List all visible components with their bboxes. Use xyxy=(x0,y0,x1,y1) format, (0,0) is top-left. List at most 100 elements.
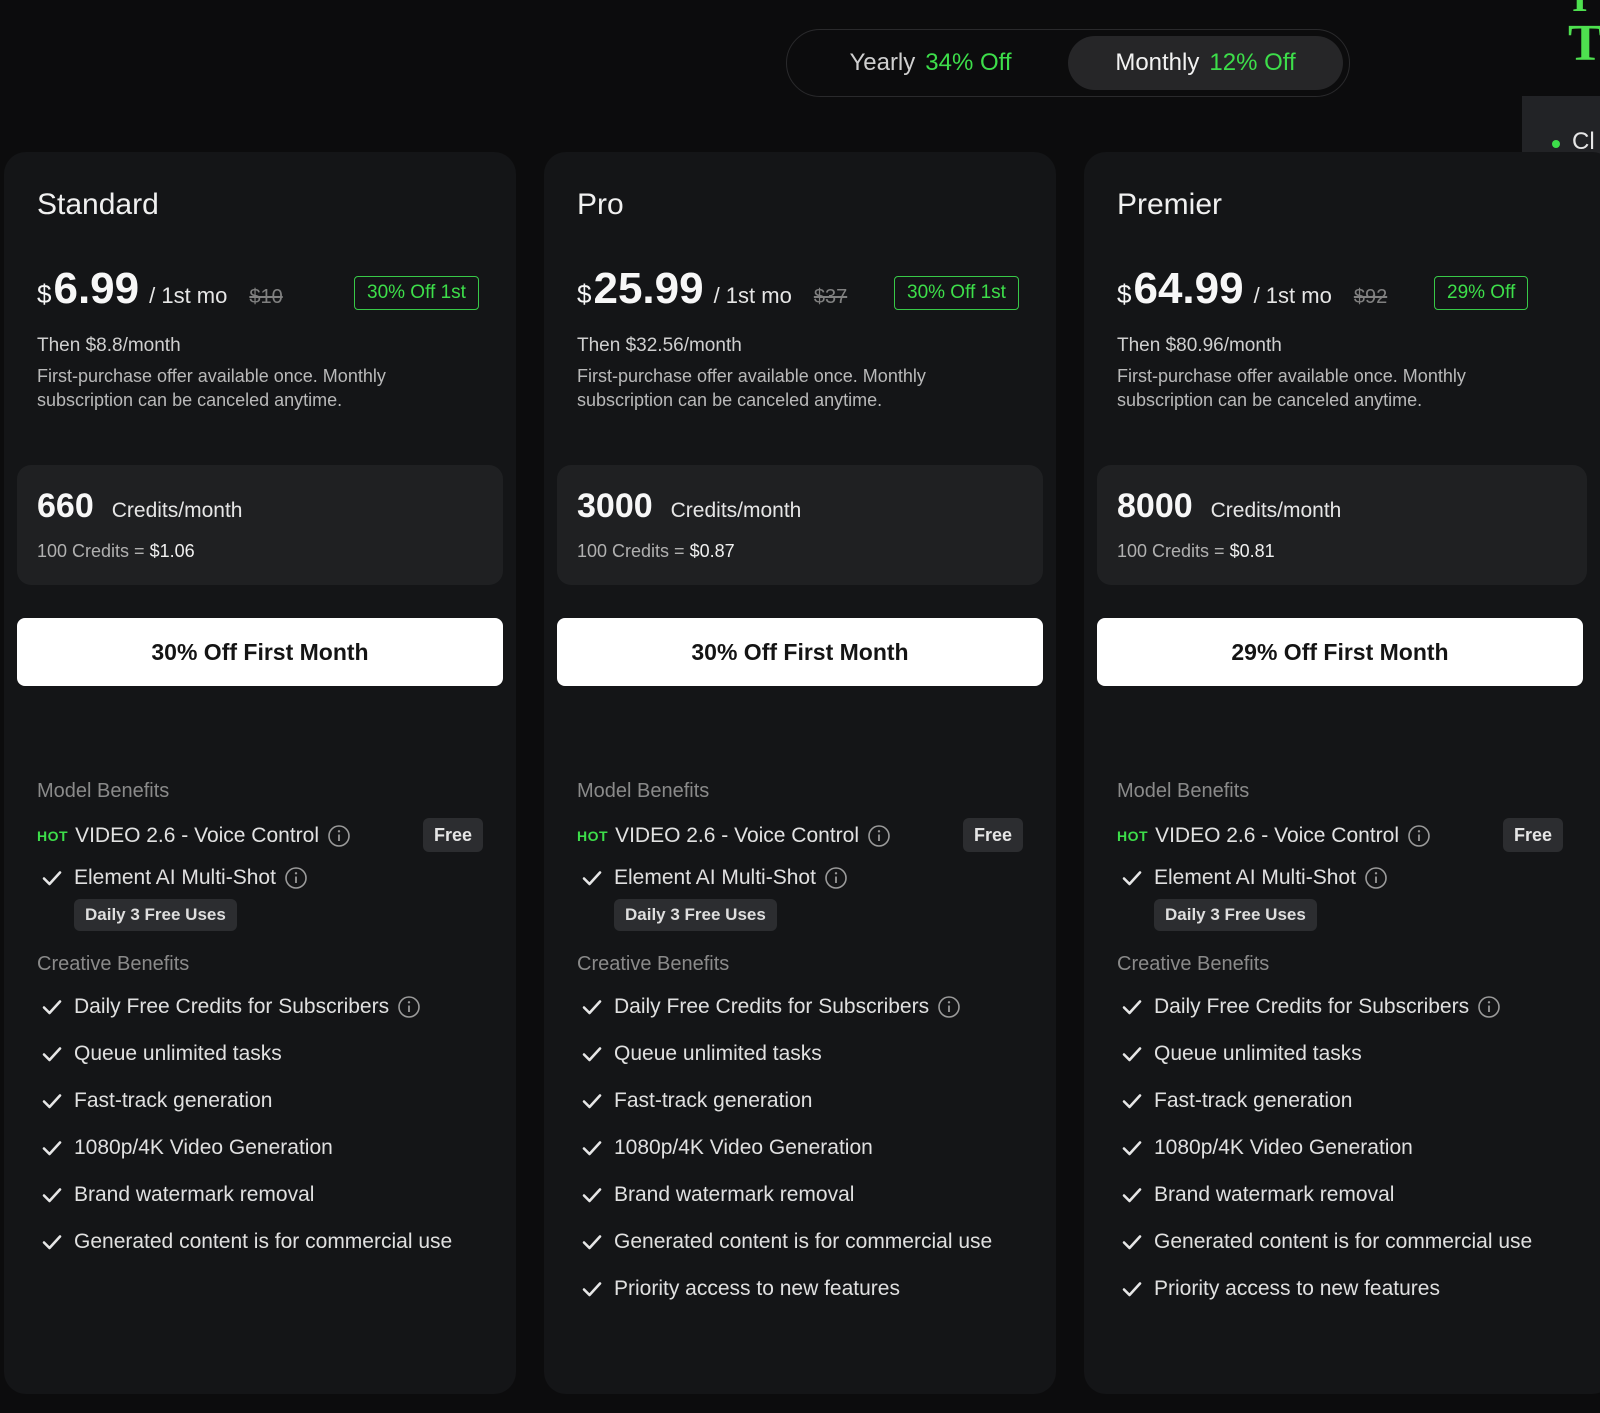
billing-option-yearly[interactable]: Yearly 34% Off xyxy=(793,36,1068,90)
subscribe-button[interactable]: 30% Off First Month xyxy=(557,618,1043,686)
hot-feature-row: HOT VIDEO 2.6 - Voice Control Free xyxy=(577,818,1023,854)
billing-option-discount: 12% Off xyxy=(1209,49,1296,76)
check-icon xyxy=(1122,1188,1142,1203)
check-icon xyxy=(582,871,602,886)
credits-unit: Credits/month xyxy=(111,499,243,522)
hot-feature-row: HOT VIDEO 2.6 - Voice Control Free xyxy=(37,818,483,854)
feature-item: Generated content is for commercial use xyxy=(40,1230,452,1254)
check-icon xyxy=(42,1235,62,1250)
model-benefits-title: Model Benefits xyxy=(1117,780,1250,802)
renewal-price: Then $32.56/month xyxy=(577,335,742,356)
feature-label: 1080p/4K Video Generation xyxy=(74,1136,333,1159)
creative-benefits-title: Creative Benefits xyxy=(1117,953,1270,975)
offer-note: First-purchase offer available once. Mon… xyxy=(1117,366,1466,410)
feature-label: 1080p/4K Video Generation xyxy=(614,1136,873,1159)
credits-rate: 100 Credits = $0.81 xyxy=(1117,541,1275,562)
hot-tag: HOT xyxy=(37,828,69,844)
renewal-price: Then $8.8/month xyxy=(37,335,181,356)
check-icon xyxy=(582,1235,602,1250)
feature-label: Priority access to new features xyxy=(1154,1277,1440,1300)
credits-main: 3000 Credits/month xyxy=(577,487,801,526)
check-icon xyxy=(582,1188,602,1203)
free-badge: Free xyxy=(1502,818,1563,852)
subscribe-button[interactable]: 29% Off First Month xyxy=(1097,618,1583,686)
check-icon xyxy=(42,871,62,886)
free-badge: Free xyxy=(962,818,1023,852)
credits-amount: 3000 xyxy=(577,487,653,525)
offer-note: First-purchase offer available once. Mon… xyxy=(37,366,386,410)
feature-label: Brand watermark removal xyxy=(614,1183,855,1206)
info-icon[interactable] xyxy=(284,866,308,890)
info-icon[interactable] xyxy=(867,824,891,848)
feature-item: Fast-track generation xyxy=(1120,1089,1352,1113)
check-icon xyxy=(1122,1047,1142,1062)
daily-uses-badge: Daily 3 Free Uses xyxy=(614,899,777,931)
info-icon[interactable] xyxy=(327,824,351,848)
model-feature-label: Element AI Multi-Shot xyxy=(1154,866,1356,889)
billing-option-label: Monthly xyxy=(1115,49,1200,76)
model-feature-row: Element AI Multi-Shot xyxy=(40,866,308,890)
price-amount: 64.99 xyxy=(1133,264,1244,313)
model-feature-row: Element AI Multi-Shot xyxy=(1120,866,1388,890)
feature-item: 1080p/4K Video Generation xyxy=(40,1136,333,1160)
billing-option-label: Yearly xyxy=(849,49,916,76)
feature-label: Generated content is for commercial use xyxy=(1154,1230,1533,1253)
subscribe-button[interactable]: 30% Off First Month xyxy=(17,618,503,686)
credits-rate-value: $0.81 xyxy=(1229,541,1275,561)
feature-item: Daily Free Credits for Subscribers xyxy=(580,995,961,1019)
billing-option-discount: 34% Off xyxy=(925,49,1012,76)
check-icon xyxy=(582,1141,602,1156)
billing-option-monthly[interactable]: Monthly 12% Off xyxy=(1068,36,1343,90)
check-icon xyxy=(1122,1000,1142,1015)
check-icon xyxy=(1122,871,1142,886)
model-benefits-title: Model Benefits xyxy=(37,780,170,802)
info-icon[interactable] xyxy=(1407,824,1431,848)
feature-item: 1080p/4K Video Generation xyxy=(580,1136,873,1160)
info-icon[interactable] xyxy=(397,995,421,1019)
price-amount: 25.99 xyxy=(593,264,704,313)
price-currency: $ xyxy=(1117,279,1132,309)
hot-feature-label: VIDEO 2.6 - Voice Control xyxy=(615,824,860,847)
credits-unit: Credits/month xyxy=(670,499,802,522)
feature-label: Brand watermark removal xyxy=(74,1183,315,1206)
feature-item: Daily Free Credits for Subscribers xyxy=(40,995,421,1019)
price-currency: $ xyxy=(577,279,592,309)
bullet-dot xyxy=(1552,140,1560,148)
hot-tag: HOT xyxy=(577,828,609,844)
check-icon xyxy=(582,1000,602,1015)
check-icon xyxy=(1122,1235,1142,1250)
feature-item: 1080p/4K Video Generation xyxy=(1120,1136,1413,1160)
info-icon[interactable] xyxy=(824,866,848,890)
hot-feature-row: HOT VIDEO 2.6 - Voice Control Free xyxy=(1117,818,1563,854)
model-feature-label: Element AI Multi-Shot xyxy=(614,866,816,889)
plan-card-pro: Pro $ 25.99 / 1st mo $37 30% Off 1st The… xyxy=(544,152,1056,1394)
credits-rate-prefix: 100 Credits = xyxy=(37,541,145,561)
info-icon[interactable] xyxy=(1364,866,1388,890)
credits-amount: 8000 xyxy=(1117,487,1193,525)
side-panel-title: T xyxy=(1568,15,1600,72)
free-badge: Free xyxy=(422,818,483,852)
credits-amount: 660 xyxy=(37,487,94,525)
feature-item: Queue unlimited tasks xyxy=(580,1042,822,1066)
price-amount: 6.99 xyxy=(53,264,140,313)
feature-label: Generated content is for commercial use xyxy=(74,1230,453,1253)
credits-unit: Credits/month xyxy=(1210,499,1342,522)
side-panel-header: I T xyxy=(1522,0,1600,96)
hot-feature-label: VIDEO 2.6 - Voice Control xyxy=(75,824,320,847)
check-icon xyxy=(1122,1094,1142,1109)
price-currency: $ xyxy=(37,279,52,309)
info-icon[interactable] xyxy=(1477,995,1501,1019)
credits-rate: 100 Credits = $1.06 xyxy=(37,541,195,562)
plan-name: Standard xyxy=(37,188,159,221)
feature-item: Generated content is for commercial use xyxy=(580,1230,992,1254)
check-icon xyxy=(42,1188,62,1203)
credits-rate-prefix: 100 Credits = xyxy=(1117,541,1225,561)
check-icon xyxy=(42,1000,62,1015)
feature-label: Generated content is for commercial use xyxy=(614,1230,993,1253)
check-icon xyxy=(1122,1282,1142,1297)
price-row: $ 6.99 / 1st mo $10 xyxy=(37,264,283,324)
feature-label: Fast-track generation xyxy=(614,1089,813,1112)
credits-box: 3000 Credits/month 100 Credits = $0.87 xyxy=(557,465,1043,585)
info-icon[interactable] xyxy=(937,995,961,1019)
feature-item: Priority access to new features xyxy=(1120,1277,1440,1301)
